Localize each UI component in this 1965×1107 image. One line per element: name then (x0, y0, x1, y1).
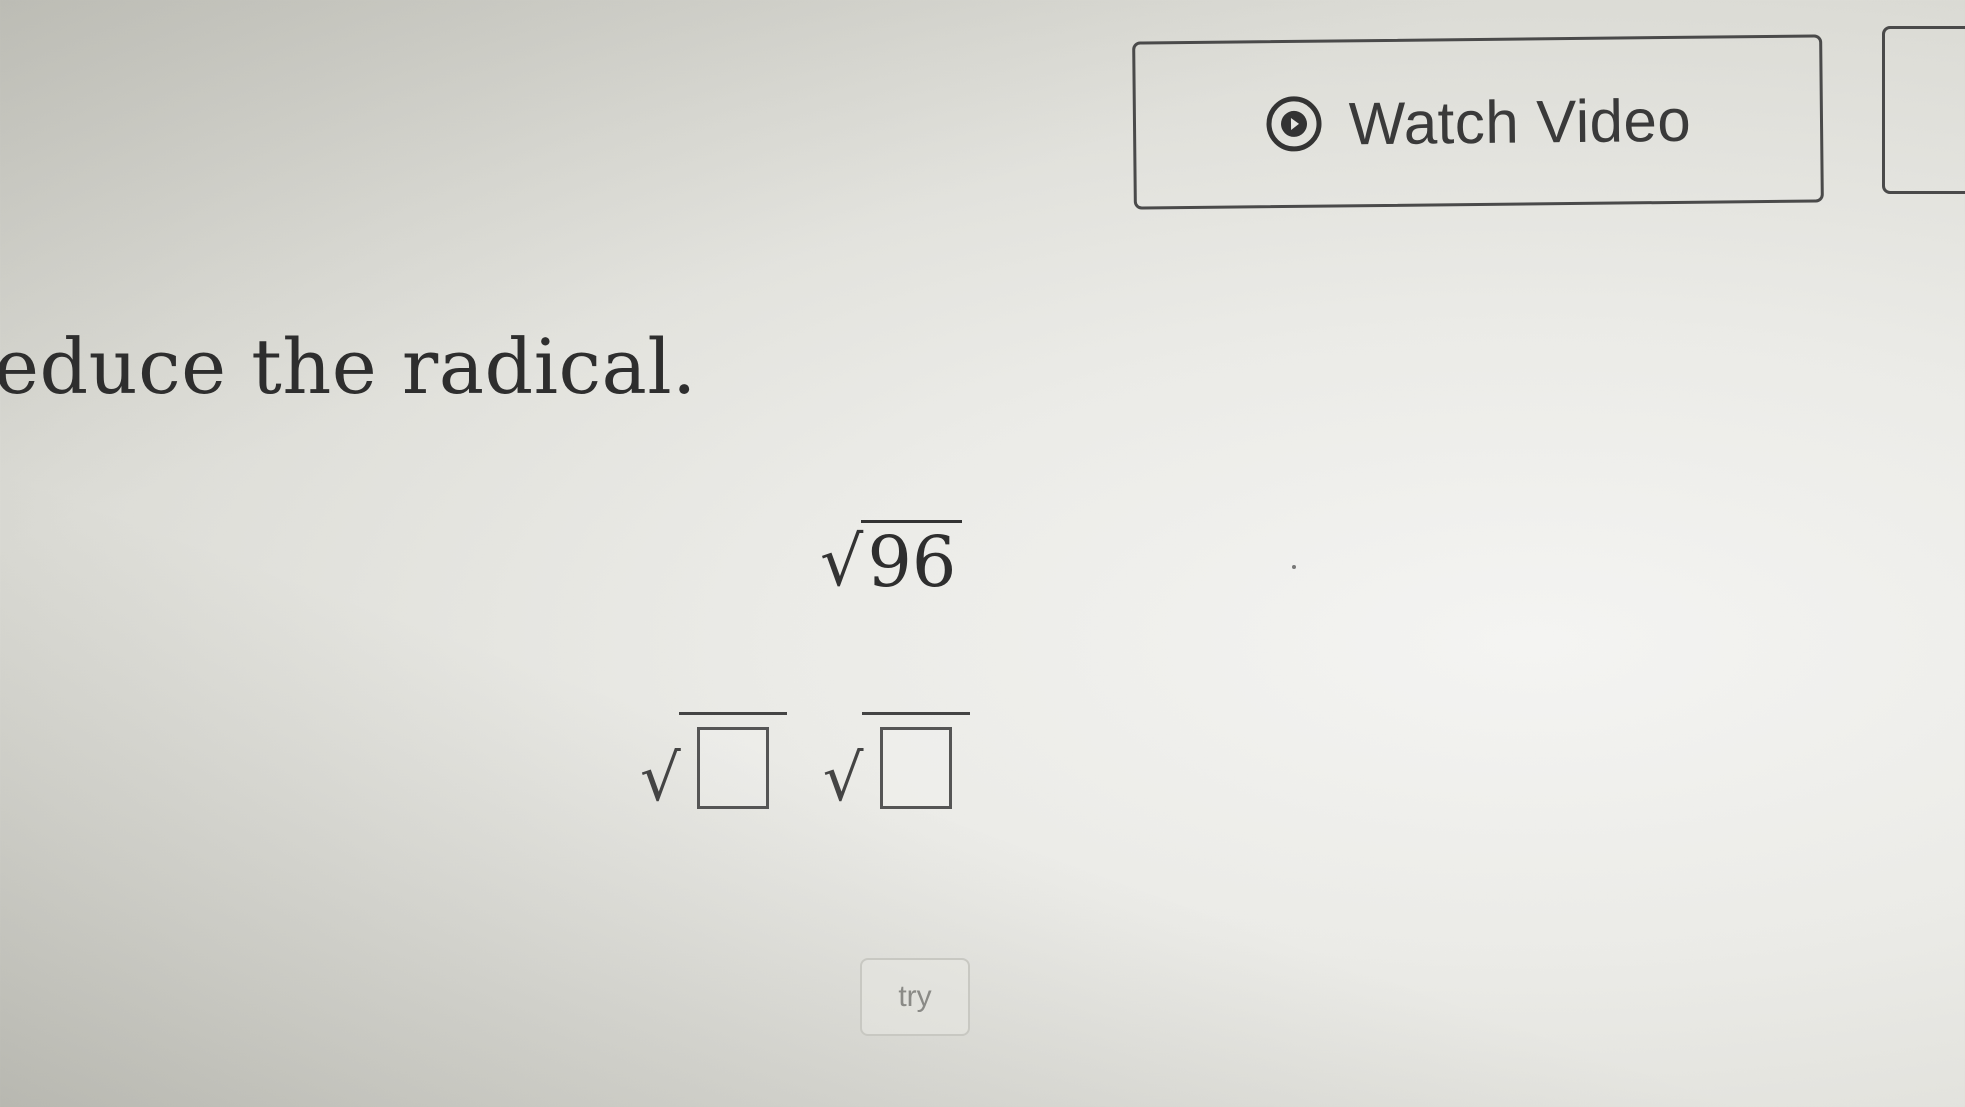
radical-sign: √ (822, 742, 864, 816)
question-instruction: educe the radical. (0, 322, 697, 411)
try-button[interactable]: try (860, 958, 970, 1036)
answer-radicand-1 (678, 712, 787, 811)
answer-input-box-1[interactable] (696, 727, 769, 809)
watch-video-label: Watch Video (1348, 86, 1692, 157)
radical-sign: √ (820, 523, 864, 602)
answer-radicand-2 (861, 712, 970, 811)
answer-input-box-2[interactable] (879, 727, 952, 809)
side-panel-button[interactable] (1882, 26, 1965, 194)
answer-radical-1: √ (640, 712, 787, 811)
problem-radicand: 96 (861, 520, 963, 597)
answer-row: √ √ (640, 712, 970, 811)
play-circle-icon (1265, 95, 1324, 154)
answer-radical-2: √ (823, 712, 970, 811)
decorative-dot (1292, 565, 1296, 569)
radical-sign: √ (640, 742, 681, 816)
problem-radical-expression: √ 96 (820, 520, 963, 602)
watch-video-button[interactable]: Watch Video (1132, 34, 1824, 210)
